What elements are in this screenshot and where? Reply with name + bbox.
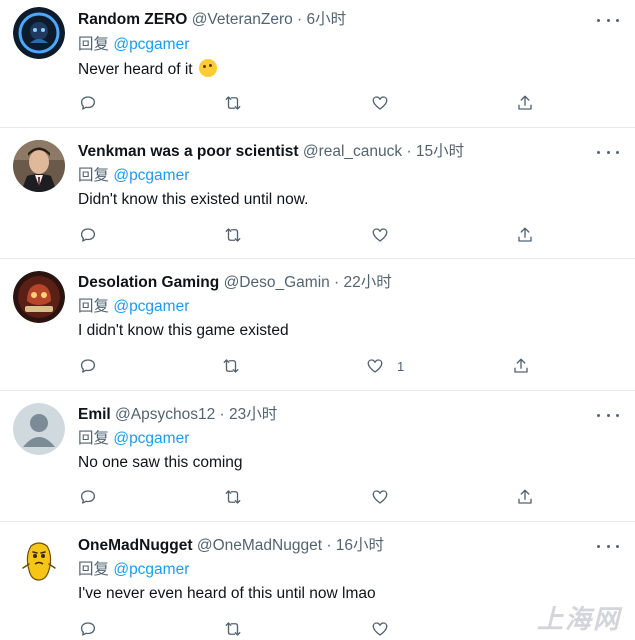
- author-handle-time: @real_canuck · 15小时: [302, 143, 465, 160]
- reply-icon[interactable]: [77, 224, 99, 246]
- replying-to: 回复 @pcgamer: [78, 297, 189, 317]
- reply-prefix: 回复: [78, 167, 110, 184]
- retweet-icon[interactable]: [222, 618, 244, 640]
- avatar[interactable]: [13, 403, 65, 455]
- share-icon[interactable]: [514, 486, 536, 508]
- reply-text: Never heard of it: [78, 61, 193, 78]
- thinking-face-icon: [198, 59, 217, 77]
- more-icon[interactable]: [597, 405, 619, 425]
- replying-to: 回复 @pcgamer: [78, 429, 189, 449]
- retweet-icon[interactable]: [222, 486, 244, 508]
- reply-icon[interactable]: [77, 618, 99, 640]
- reply-header: Random ZERO @VeteranZero · 6小时: [78, 10, 346, 30]
- watermark: 上海网: [536, 604, 621, 634]
- author-name[interactable]: Venkman was a poor scientist: [78, 143, 299, 160]
- author-name[interactable]: Desolation Gaming: [78, 274, 219, 291]
- author-name[interactable]: Emil: [78, 406, 111, 423]
- reply-prefix: 回复: [78, 36, 110, 53]
- reply-text: I didn't know this game existed: [78, 322, 289, 339]
- like-icon[interactable]: [369, 486, 391, 508]
- reply-header: OneMadNugget @OneMadNugget · 16小时: [78, 536, 384, 556]
- reply-card[interactable]: Emil @Apsychos12 · 23小时 回复 @pcgamer No o…: [0, 391, 635, 522]
- retweet-icon[interactable]: [222, 92, 244, 114]
- author-handle-time: @Apsychos12 · 23小时: [115, 406, 278, 423]
- reply-card[interactable]: Random ZERO @VeteranZero · 6小时 回复 @pcgam…: [0, 0, 635, 128]
- author-handle-time: @VeteranZero · 6小时: [191, 11, 347, 28]
- reply-card[interactable]: Desolation Gaming @Deso_Gamin · 22小时 回复 …: [0, 259, 635, 391]
- author-name[interactable]: Random ZERO: [78, 11, 187, 28]
- retweet-icon[interactable]: [220, 355, 242, 377]
- author-name[interactable]: OneMadNugget: [78, 537, 193, 554]
- reply-header: Desolation Gaming @Deso_Gamin · 22小时: [78, 273, 392, 293]
- replying-to: 回复 @pcgamer: [78, 166, 189, 186]
- avatar-image: [13, 403, 65, 455]
- reply-text: Didn't know this existed until now.: [78, 191, 309, 208]
- avatar-image: [13, 534, 65, 586]
- like-icon[interactable]: [369, 618, 391, 640]
- avatar[interactable]: [13, 271, 65, 323]
- reply-to-handle[interactable]: @pcgamer: [113, 298, 189, 315]
- avatar[interactable]: [13, 7, 65, 59]
- replying-to: 回复 @pcgamer: [78, 35, 189, 55]
- reply-text-container: Never heard of it: [78, 59, 217, 80]
- share-icon[interactable]: [514, 224, 536, 246]
- like-count: 1: [397, 359, 405, 374]
- reply-to-handle[interactable]: @pcgamer: [113, 561, 189, 578]
- reply-prefix: 回复: [78, 561, 110, 578]
- reply-text: No one saw this coming: [78, 454, 243, 471]
- reply-prefix: 回复: [78, 430, 110, 447]
- reply-to-handle[interactable]: @pcgamer: [113, 430, 189, 447]
- reply-prefix: 回复: [78, 298, 110, 315]
- like-icon[interactable]: [369, 224, 391, 246]
- reply-to-handle[interactable]: @pcgamer: [113, 36, 189, 53]
- reply-icon[interactable]: [77, 486, 99, 508]
- author-handle-time: @Deso_Gamin · 22小时: [223, 274, 392, 291]
- avatar-image: [13, 271, 65, 323]
- more-icon[interactable]: [597, 142, 619, 162]
- reply-text: I've never even heard of this until now …: [78, 585, 376, 602]
- reply-card[interactable]: Venkman was a poor scientist @real_canuc…: [0, 128, 635, 259]
- reply-icon[interactable]: [77, 92, 99, 114]
- author-handle-time: @OneMadNugget · 16小时: [196, 537, 385, 554]
- avatar-image: [13, 140, 65, 192]
- avatar-image: [13, 7, 65, 59]
- reply-header: Emil @Apsychos12 · 23小时: [78, 405, 277, 425]
- avatar[interactable]: [13, 140, 65, 192]
- like-icon[interactable]: [364, 355, 386, 377]
- retweet-icon[interactable]: [222, 224, 244, 246]
- replying-to: 回复 @pcgamer: [78, 560, 189, 580]
- reply-header: Venkman was a poor scientist @real_canuc…: [78, 142, 464, 162]
- avatar[interactable]: [13, 534, 65, 586]
- like-icon[interactable]: [369, 92, 391, 114]
- reply-to-handle[interactable]: @pcgamer: [113, 167, 189, 184]
- share-icon[interactable]: [514, 92, 536, 114]
- more-icon[interactable]: [597, 536, 619, 556]
- reply-icon[interactable]: [77, 355, 99, 377]
- more-icon[interactable]: [597, 10, 619, 30]
- share-icon[interactable]: [510, 355, 532, 377]
